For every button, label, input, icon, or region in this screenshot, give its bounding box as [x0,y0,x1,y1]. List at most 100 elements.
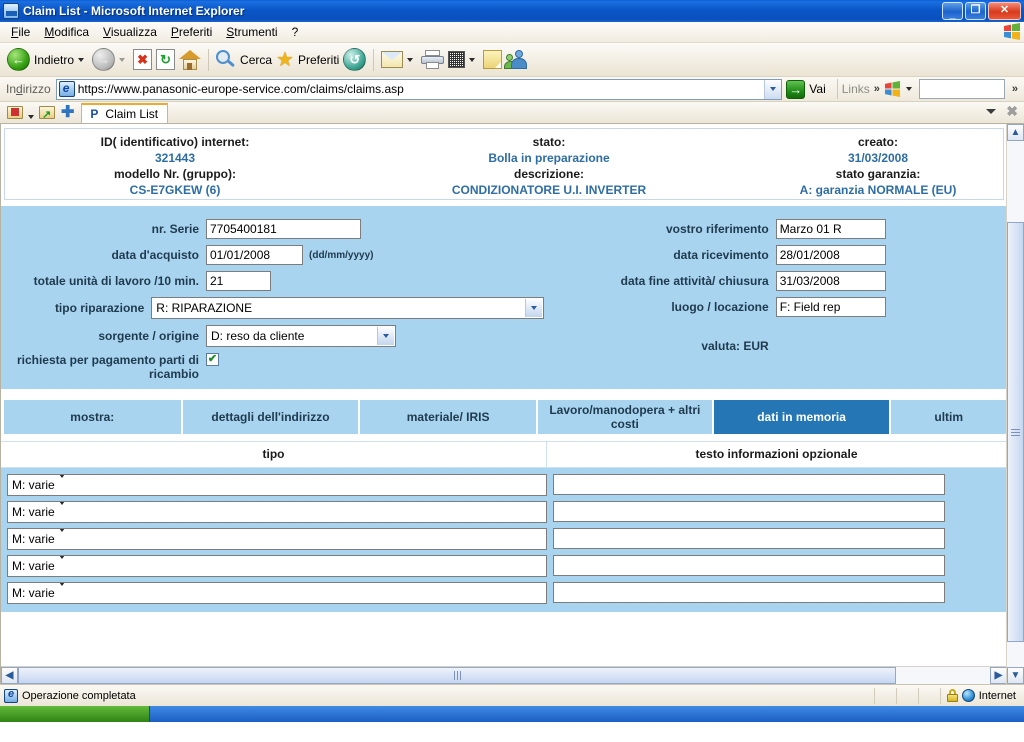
windows-live-toolbar-icon[interactable] [884,81,901,97]
vostro-riferimento-input[interactable]: Marzo 01 R [775,219,886,239]
claim-form-panel: nr. Serie 7705400181 data d'acquisto 01/… [1,206,1006,389]
section-tab-dati-in-memoria[interactable]: dati in memoria [713,400,890,434]
security-zone-indicator[interactable]: Internet [939,687,1024,704]
horizontal-scrollbar[interactable]: ◀ ▶ [1,666,1006,684]
sorgente-origine-select[interactable]: D: reso da cliente [206,325,396,347]
section-tab-dettagli-indirizzo[interactable]: dettagli dell'indirizzo [182,400,359,434]
scroll-right-button[interactable]: ▶ [990,667,1006,684]
section-tab-materiale-iris[interactable]: materiale/ IRIS [360,400,536,434]
table-cell-testo [547,474,1006,495]
messenger-button[interactable] [504,46,530,74]
scroll-grip-icon [1011,428,1020,436]
tab-close-icon[interactable]: ✖ [1006,103,1018,120]
back-button[interactable]: ← Indietro [5,46,90,74]
toolbar-search-input[interactable] [918,79,1005,99]
row-tipo-chevron-down-icon[interactable] [55,582,69,600]
data-acquisto-label: data d'acquisto [111,248,199,262]
start-button[interactable] [0,706,150,722]
row-testo-input[interactable] [553,528,945,549]
section-tab-ultim[interactable]: ultim [891,400,1006,434]
section-tab-mostra[interactable]: mostra: [4,400,181,434]
add-to-favorites-icon[interactable]: ↗ [38,103,56,121]
row-testo-input[interactable] [553,555,945,576]
home-button[interactable] [177,46,203,74]
row-testo-input[interactable] [553,474,945,495]
tipo-riparazione-chevron-down-icon[interactable] [524,299,542,317]
data-ricevimento-input[interactable]: 28/01/2008 [775,245,886,265]
row-tipo-select[interactable]: M: varie [7,554,547,577]
tipo-riparazione-select[interactable]: R: RIPARAZIONE [151,297,544,319]
menu-item-strumenti[interactable]: Strumenti [219,23,284,41]
scroll-up-button[interactable]: ▲ [1007,124,1024,141]
row-testo-input[interactable] [553,501,945,522]
scroll-down-button[interactable]: ▼ [1007,667,1024,684]
row-testo-input[interactable] [553,582,945,603]
links-label[interactable]: Links [842,82,870,96]
horizontal-scroll-thumb[interactable] [18,667,896,684]
data-fine-attivita-input[interactable]: 31/03/2008 [775,271,886,291]
row-tipo-chevron-down-icon[interactable] [55,555,69,573]
sorgente-origine-chevron-down-icon[interactable] [377,327,394,345]
row-tipo-select[interactable]: M: varie [7,581,547,604]
favorites-chevron-down-icon[interactable] [28,115,34,119]
forward-button[interactable]: → [90,46,131,74]
toolbar-search-chevron-down-icon[interactable] [905,87,912,91]
data-acquisto-input[interactable]: 01/01/2008 [206,245,303,265]
row-tipo-chevron-down-icon[interactable] [55,474,69,492]
address-history-chevron-down-icon[interactable] [764,79,782,99]
edit-chevron-down-icon[interactable] [469,57,476,62]
row-tipo-select[interactable]: M: varie [7,473,547,496]
maximize-button[interactable]: ❐ [965,2,986,20]
luogo-locazione-input[interactable]: F: Field rep [775,297,886,317]
tab-claim-list[interactable]: P Claim List [81,103,169,123]
new-tab-icon[interactable]: ✚ [61,102,74,122]
totale-unita-lavoro-input[interactable]: 21 [206,271,271,291]
print-button[interactable] [419,46,446,74]
back-history-chevron-down-icon[interactable] [78,57,85,62]
richiesta-pagamento-checkbox[interactable]: ✔ [206,353,219,366]
edit-page-icon [448,51,466,68]
stop-button[interactable]: ✖ [131,46,154,74]
refresh-button[interactable]: ↻ [154,46,177,74]
window-title: Claim List - Microsoft Internet Explorer [23,4,245,18]
table-cell-tipo: M: varie [7,581,547,604]
horizontal-scroll-track[interactable] [18,667,990,684]
data-ricevimento-label: data ricevimento [673,248,769,262]
window-titlebar: Claim List - Microsoft Internet Explorer… [0,0,1024,22]
history-button[interactable]: ↺ [341,46,368,74]
minimize-button[interactable]: _ [942,2,963,20]
menu-item-modifica[interactable]: Modifica [37,23,96,41]
favorites-center-icon[interactable] [6,103,24,121]
row-tipo-chevron-down-icon[interactable] [55,501,69,519]
row-tipo-select[interactable]: M: varie [7,500,547,523]
notes-button[interactable] [481,46,504,74]
menu-item-file[interactable]: FFileile [4,23,37,41]
favorites-button[interactable]: ★ Preferiti [274,46,341,74]
section-tab-lavoro-manodopera[interactable]: Lavoro/manodopera + altri costi [537,400,712,434]
go-button[interactable]: → Vai [782,79,832,99]
address-overflow-chevron-icon[interactable]: » [1012,83,1018,95]
close-button[interactable]: ✕ [988,2,1021,20]
vertical-scrollbar[interactable]: ▲ ▼ [1006,124,1024,684]
vertical-scroll-thumb[interactable] [1007,222,1024,642]
mail-chevron-down-icon[interactable] [407,57,414,62]
scroll-left-button[interactable]: ◀ [1,667,18,684]
edit-button[interactable] [446,46,481,74]
menu-item-preferiti[interactable]: Preferiti [164,23,219,41]
links-overflow-chevron-icon[interactable]: » [874,83,880,95]
row-tipo-value: M: varie [12,558,55,573]
menu-item-help[interactable]: ? [285,23,306,41]
table-row: M: varie [1,579,1006,606]
tab-label: Claim List [105,107,159,121]
browser-viewport: ID( identificativo) internet: 321443 mod… [0,124,1024,684]
forward-history-chevron-down-icon[interactable] [119,57,126,62]
address-input[interactable]: https://www.panasonic-europe-service.com… [55,78,783,100]
mail-button[interactable] [379,46,419,74]
nr-serie-input[interactable]: 7705400181 [206,219,361,239]
tab-list-chevron-down-icon[interactable] [986,109,997,114]
secure-lock-icon [946,689,958,702]
menu-item-visualizza[interactable]: Visualizza [96,23,164,41]
row-tipo-chevron-down-icon[interactable] [55,528,69,546]
search-button[interactable]: Cerca [214,46,274,74]
row-tipo-select[interactable]: M: varie [7,527,547,550]
